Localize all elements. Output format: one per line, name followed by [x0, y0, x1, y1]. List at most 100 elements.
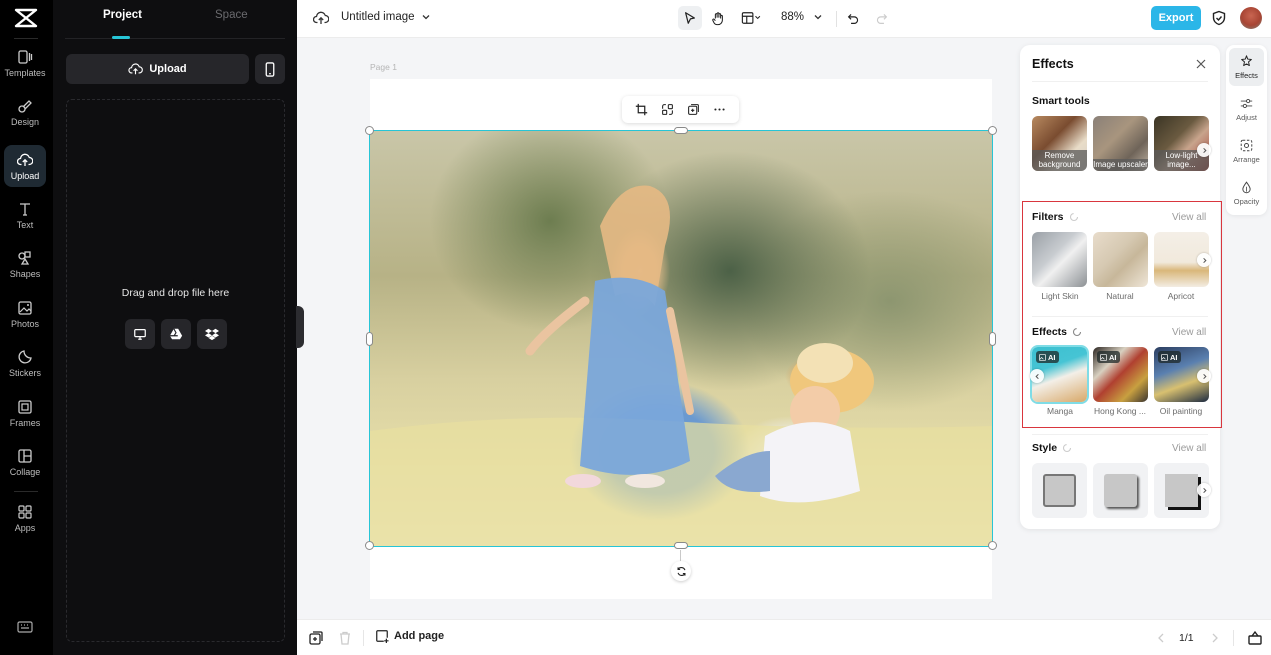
add-page-label: Add page	[394, 630, 445, 642]
google-drive-icon	[169, 328, 183, 340]
duplicate-page-icon[interactable]	[308, 630, 324, 646]
zoom-level[interactable]: 88%	[781, 11, 804, 23]
rail-item-photos[interactable]: Photos	[4, 293, 46, 335]
divider	[1032, 434, 1208, 435]
smart-tool-label: Remove background	[1032, 150, 1087, 171]
resize-handle-bottom[interactable]	[674, 542, 688, 549]
rail-item-templates[interactable]: Templates	[4, 42, 46, 84]
upload-from-dropbox-button[interactable]	[197, 319, 227, 349]
opacity-drop-icon	[1242, 180, 1251, 193]
divider	[14, 38, 38, 39]
shield-check-icon[interactable]	[1211, 10, 1227, 26]
undo-button[interactable]	[843, 6, 863, 30]
add-page-button[interactable]: Add page	[375, 629, 444, 643]
smart-tool-image-upscaler[interactable]: Image upscaler	[1093, 116, 1148, 171]
layout-menu-button[interactable]	[737, 6, 767, 30]
cloud-sync-icon[interactable]	[313, 10, 329, 26]
frames-icon	[18, 399, 32, 414]
crop-button[interactable]	[633, 102, 649, 118]
smart-tools-next-button[interactable]	[1197, 143, 1211, 157]
resize-handle-bottom-left[interactable]	[365, 541, 374, 550]
image-floating-toolbar	[622, 96, 739, 123]
prop-opacity-button[interactable]: Opacity	[1229, 174, 1264, 212]
upload-from-google-drive-button[interactable]	[161, 319, 191, 349]
collapse-panel-handle[interactable]	[296, 306, 304, 348]
phone-icon	[265, 61, 275, 77]
crop-icon	[635, 103, 647, 116]
rail-item-shapes[interactable]: Shapes	[4, 243, 46, 285]
adjust-sliders-icon	[1240, 98, 1253, 108]
rail-item-apps[interactable]: Apps	[4, 497, 46, 539]
tab-project[interactable]: Project	[103, 9, 142, 21]
upload-panel: Project Space Upload Drag and drop file …	[53, 0, 297, 655]
rail-item-collage[interactable]: Collage	[4, 441, 46, 483]
rail-label: Shapes	[9, 268, 41, 279]
divider	[1233, 630, 1234, 646]
smart-tool-remove-background[interactable]: Remove background	[1032, 116, 1087, 171]
prop-adjust-button[interactable]: Adjust	[1229, 90, 1264, 128]
page-indicator: 1/1	[1179, 632, 1194, 644]
next-page-icon[interactable]	[1209, 631, 1221, 645]
replace-button[interactable]	[659, 102, 675, 118]
prop-label: Opacity	[1233, 196, 1260, 206]
style-option-shadow[interactable]	[1093, 463, 1148, 518]
hand-tool-button[interactable]	[707, 6, 729, 30]
resize-handle-right[interactable]	[989, 332, 996, 346]
style-next-button[interactable]	[1197, 483, 1211, 497]
smart-tools-title: Smart tools	[1032, 95, 1090, 107]
rail-label: Collage	[9, 466, 41, 477]
resize-handle-top-left[interactable]	[365, 126, 374, 135]
style-option-outline[interactable]	[1032, 463, 1087, 518]
rotate-handle[interactable]	[671, 561, 691, 581]
resize-handle-top-right[interactable]	[988, 126, 997, 135]
close-icon[interactable]	[1195, 58, 1207, 70]
document-title[interactable]: Untitled image	[341, 11, 415, 23]
upload-button[interactable]: Upload	[66, 54, 249, 84]
layout-icon	[741, 12, 761, 24]
upload-from-phone-button[interactable]	[255, 54, 285, 84]
resize-handle-top[interactable]	[674, 127, 688, 134]
style-preview	[1104, 474, 1137, 507]
prop-label: Effects	[1235, 70, 1258, 80]
rail-item-stickers[interactable]: Stickers	[4, 342, 46, 384]
panel-tabs: Project Space	[65, 0, 285, 39]
file-dropzone[interactable]: Drag and drop file here	[66, 99, 285, 642]
page-manager-icon[interactable]	[1247, 630, 1263, 646]
replace-icon	[661, 104, 673, 115]
left-rail: Templates Design Upload Text Shapes Phot…	[0, 0, 53, 655]
chevron-down-icon[interactable]	[421, 12, 431, 22]
prop-arrange-button[interactable]: Arrange	[1229, 132, 1264, 170]
rail-label: Stickers	[8, 367, 41, 378]
chevron-right-icon	[1202, 147, 1207, 153]
cursor-icon	[685, 12, 695, 24]
property-rail: Effects Adjust Arrange Opacity	[1226, 45, 1267, 215]
style-preview	[1043, 474, 1076, 507]
rail-label: Upload	[10, 170, 40, 181]
duplicate-icon	[688, 104, 700, 115]
keyboard-shortcuts-icon[interactable]	[17, 620, 33, 634]
rail-item-upload[interactable]: Upload	[4, 145, 46, 187]
style-view-all-link[interactable]: View all	[1172, 443, 1206, 454]
resize-handle-bottom-right[interactable]	[988, 541, 997, 550]
duplicate-button[interactable]	[686, 102, 702, 118]
user-avatar[interactable]	[1240, 7, 1262, 29]
tab-space[interactable]: Space	[215, 9, 248, 21]
rail-item-design[interactable]: Design	[4, 91, 46, 133]
more-options-button[interactable]	[712, 102, 728, 118]
upload-from-computer-button[interactable]	[125, 319, 155, 349]
selected-image[interactable]	[370, 131, 993, 546]
hand-icon	[712, 11, 723, 25]
redo-button[interactable]	[871, 6, 891, 30]
rail-item-frames[interactable]: Frames	[4, 392, 46, 434]
export-button[interactable]: Export	[1151, 6, 1201, 30]
previous-page-icon[interactable]	[1155, 631, 1167, 645]
capcut-logo[interactable]	[14, 8, 38, 28]
resize-handle-left[interactable]	[366, 332, 373, 346]
trash-icon[interactable]	[337, 630, 353, 646]
prop-effects-button[interactable]: Effects	[1229, 48, 1264, 86]
templates-icon	[18, 49, 33, 64]
design-icon	[18, 99, 32, 113]
select-tool-button[interactable]	[678, 6, 702, 30]
rail-item-text[interactable]: Text	[4, 194, 46, 236]
chevron-down-icon[interactable]	[813, 12, 823, 22]
